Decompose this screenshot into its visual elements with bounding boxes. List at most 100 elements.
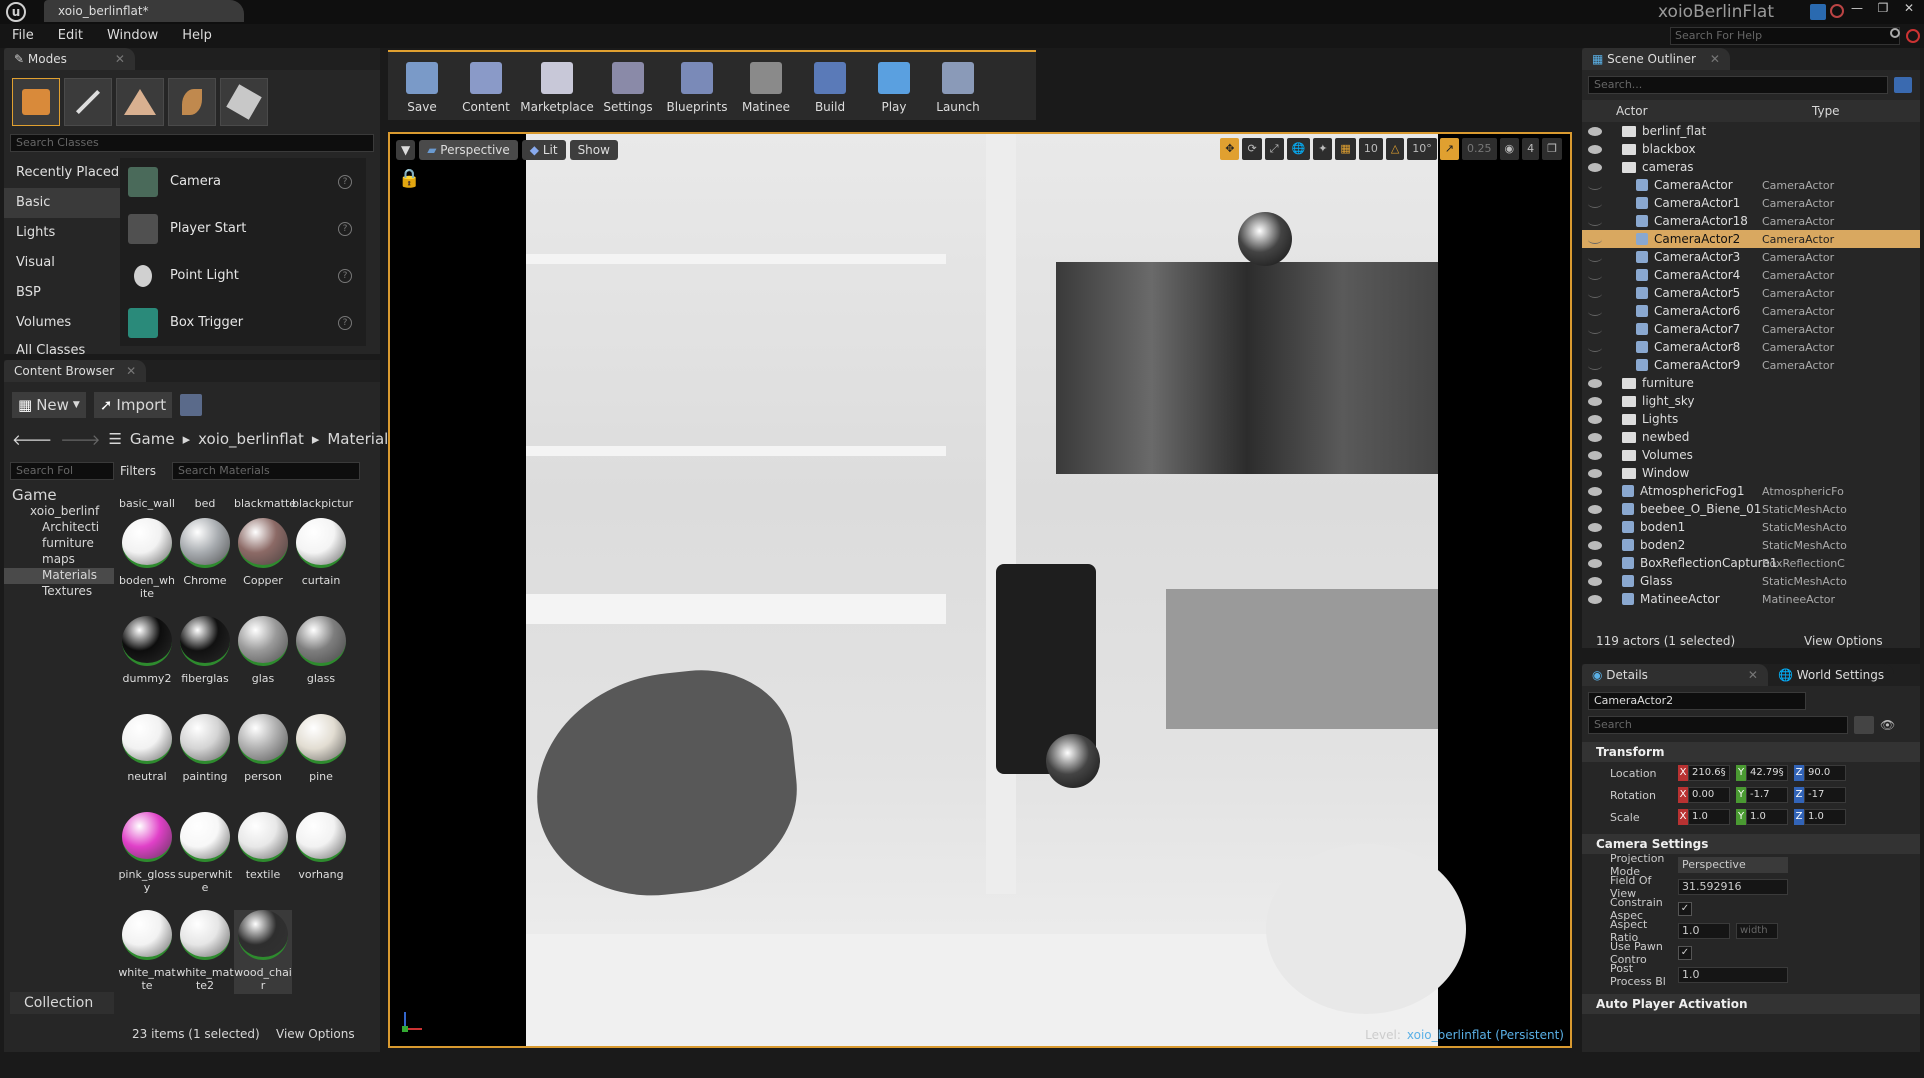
scale-x-field[interactable]: 1.0 [1688, 809, 1730, 825]
toolbar-settings-button[interactable]: Settings [600, 53, 656, 117]
tree-game[interactable]: Game [4, 486, 114, 504]
rotation-snap-icon[interactable]: △ [1385, 138, 1405, 160]
material-tile[interactable]: curtain [292, 518, 350, 602]
visibility-eye-icon[interactable] [1588, 414, 1602, 424]
landscape-mode-icon[interactable] [116, 78, 164, 126]
grid-snap-value[interactable]: 10 [1358, 138, 1383, 160]
location-x-field[interactable]: 210.6§ [1688, 765, 1730, 781]
category-volumes[interactable]: Volumes [4, 308, 120, 338]
material-tile[interactable]: textile [234, 812, 292, 896]
camera-speed-icon[interactable]: ◉ [1499, 138, 1520, 160]
category-lights[interactable]: Lights [4, 218, 120, 248]
outliner-row[interactable]: CameraActor8 CameraActor [1582, 338, 1920, 356]
outliner-row[interactable]: CameraActor CameraActor [1582, 176, 1920, 194]
outliner-row[interactable]: CameraActor18 CameraActor [1582, 212, 1920, 230]
scale-icon[interactable]: ⤢ [1264, 138, 1284, 160]
outliner-row[interactable]: furniture [1582, 374, 1920, 392]
menu-edit[interactable]: Edit [46, 24, 95, 48]
path-segment-project[interactable]: xoio_berlinflat [198, 430, 304, 448]
lit-button[interactable]: ◆ Lit [521, 140, 566, 160]
visibility-eye-icon[interactable] [1588, 253, 1602, 262]
scale-snap-value[interactable]: 0.25 [1462, 138, 1497, 160]
save-all-icon[interactable] [180, 394, 203, 416]
grid-snap-icon[interactable]: ▦ [1335, 138, 1356, 160]
rotation-y-field[interactable]: -1.7 [1746, 787, 1788, 803]
toolbar-blueprints-button[interactable]: Blueprints [664, 53, 730, 117]
world-settings-tab[interactable]: 🌐 World Settings [1767, 664, 1895, 686]
outliner-row[interactable]: BoxReflectionCapture1 BoxReflectionC [1582, 554, 1920, 572]
category-visual[interactable]: Visual [4, 248, 120, 278]
surface-snap-icon[interactable]: ✦ [1313, 138, 1333, 160]
outliner-row[interactable]: blackbox [1582, 140, 1920, 158]
constrain-checkbox[interactable]: ✓ [1678, 902, 1692, 916]
visibility-eye-icon[interactable] [1588, 271, 1602, 280]
translate-icon[interactable]: ✥ [1220, 138, 1240, 160]
help-icon[interactable]: ? [338, 174, 352, 189]
tree-furniture[interactable]: furniture [4, 536, 114, 552]
place-mode-icon[interactable] [12, 78, 60, 126]
outliner-search-input[interactable]: Search... [1588, 76, 1888, 94]
category-recently-placed[interactable]: Recently Placed [4, 158, 120, 188]
outliner-row[interactable]: Window [1582, 464, 1920, 482]
category-all-classes[interactable]: All Classes [4, 338, 120, 358]
visibility-eye-icon[interactable] [1588, 468, 1602, 478]
help-search-input[interactable]: Search For Help [1670, 27, 1900, 45]
outliner-row[interactable]: boden2 StaticMeshActo [1582, 536, 1920, 554]
place-item-player-start[interactable]: Player Start? [120, 205, 366, 252]
outliner-row[interactable]: boden1 StaticMeshActo [1582, 518, 1920, 536]
paint-mode-icon[interactable] [64, 78, 112, 126]
visibility-eye-icon[interactable] [1588, 181, 1602, 190]
actor-column-header[interactable]: Actor [1616, 104, 1648, 118]
type-column-header[interactable]: Type [1812, 104, 1840, 118]
location-label[interactable]: Location [1582, 767, 1678, 780]
folder-search-input[interactable]: Search Fol [10, 462, 114, 480]
view-options-button[interactable]: View Options [276, 1027, 355, 1041]
visibility-eye-icon[interactable] [1588, 576, 1602, 586]
visibility-eye-icon[interactable] [1588, 396, 1602, 406]
search-classes-input[interactable]: Search Classes [10, 134, 374, 152]
toolbar-marketplace-button[interactable]: Marketplace [520, 53, 594, 117]
material-tile[interactable]: Chrome [176, 518, 234, 602]
path-root-icon[interactable]: ☰ [108, 430, 121, 448]
world-space-icon[interactable]: 🌐 [1286, 138, 1311, 160]
details-search-input[interactable]: Search [1588, 716, 1848, 734]
path-segment-materials[interactable]: Materials [327, 430, 396, 448]
visibility-eye-icon[interactable] [1588, 432, 1602, 442]
pawn-checkbox[interactable]: ✓ [1678, 946, 1692, 960]
auto-player-section[interactable]: Auto Player Activation [1582, 994, 1920, 1014]
content-browser-tab[interactable]: Content Browser ✕ [4, 360, 147, 382]
scene-outliner-tab[interactable]: ▦ Scene Outliner ✕ [1582, 48, 1730, 70]
category-basic[interactable]: Basic [4, 188, 120, 218]
menu-window[interactable]: Window [95, 24, 170, 48]
close-icon[interactable]: ✕ [1896, 0, 1922, 18]
lock-icon[interactable]: 🔒 [398, 168, 420, 192]
outliner-row[interactable]: cameras [1582, 158, 1920, 176]
rotation-snap-value[interactable]: 10° [1407, 138, 1437, 160]
visibility-eye-icon[interactable] [1588, 217, 1602, 226]
material-tile[interactable]: glas [234, 616, 292, 700]
search-materials-input[interactable]: Search Materials [172, 462, 360, 480]
maximize-icon[interactable]: ❐ [1870, 0, 1896, 18]
visibility-eye-icon[interactable] [1588, 486, 1602, 496]
menu-help[interactable]: Help [170, 24, 224, 48]
reflection-sphere[interactable] [1046, 734, 1100, 788]
visibility-eye-icon[interactable] [1588, 162, 1602, 172]
toolbar-launch-button[interactable]: Launch [930, 53, 986, 117]
projection-dropdown[interactable]: Perspective [1678, 857, 1788, 873]
material-tile[interactable]: white_matte [118, 910, 176, 994]
outliner-row[interactable]: Volumes [1582, 446, 1920, 464]
rotation-label[interactable]: Rotation [1582, 789, 1678, 802]
add-folder-icon[interactable] [1894, 77, 1912, 93]
fov-field[interactable]: 31.592916 [1678, 879, 1788, 895]
new-button[interactable]: ▦ New ▼ [12, 392, 86, 418]
tree-textures[interactable]: Textures [4, 584, 114, 600]
modes-tab[interactable]: ✎ Modes ✕ [4, 48, 135, 70]
visibility-eye-icon[interactable] [1588, 307, 1602, 316]
visibility-eye-icon[interactable] [1588, 361, 1602, 370]
alert-icon[interactable] [1830, 4, 1844, 18]
rotation-x-field[interactable]: 0.00 [1688, 787, 1730, 803]
toolbar-save-button[interactable]: Save [394, 53, 450, 117]
back-icon[interactable]: 🡐 [12, 430, 52, 449]
outliner-row[interactable]: CameraActor4 CameraActor [1582, 266, 1920, 284]
viewport[interactable]: ▼ ▰ Perspective ◆ Lit Show 🔒 ✥ ⟳ ⤢ 🌐 ✦ ▦… [388, 132, 1572, 1048]
